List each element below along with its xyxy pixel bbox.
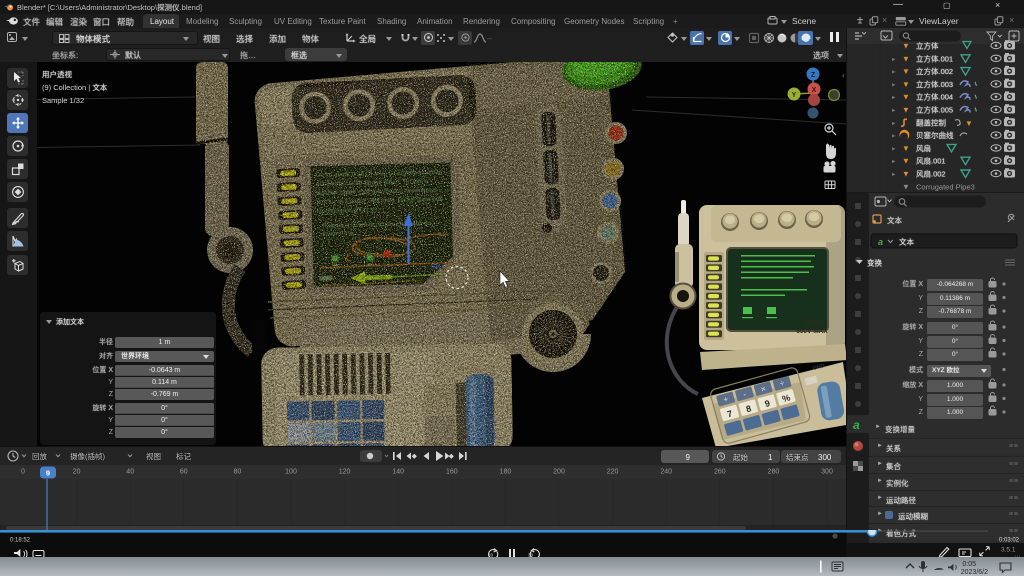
svg-text:a: a: [878, 237, 883, 247]
svg-text:swam Tulw: swam Tulw: [322, 230, 354, 238]
svg-text:300: 300: [818, 453, 832, 462]
svg-text:60: 60: [180, 469, 188, 476]
svg-text:►: ►: [891, 172, 896, 178]
svg-text:►: ►: [891, 146, 896, 152]
svg-text:起始: 起始: [733, 452, 748, 462]
svg-text:260: 260: [714, 469, 726, 476]
svg-text:a: a: [853, 418, 860, 432]
svg-text:40: 40: [126, 469, 134, 476]
svg-text:立方体.005: 立方体.005: [916, 105, 953, 115]
svg-text:20: 20: [73, 469, 81, 476]
svg-text:►: ►: [891, 95, 896, 101]
svg-text:贝塞尔曲线: 贝塞尔曲线: [916, 130, 954, 140]
svg-text:0: 0: [21, 469, 25, 476]
svg-text:▼: ▼: [902, 80, 910, 89]
svg-text:变换: 变换: [867, 258, 882, 268]
svg-text:►: ►: [891, 134, 896, 140]
svg-text:X: X: [812, 87, 817, 94]
svg-text:立方体.003: 立方体.003: [916, 79, 953, 89]
svg-text:0:03:02: 0:03:02: [999, 538, 1020, 544]
svg-text:▼: ▼: [902, 182, 910, 191]
svg-text:‹: ‹: [842, 71, 845, 80]
svg-text:摄像(插帧): 摄像(插帧): [70, 451, 105, 461]
svg-text:翻盖控制: 翻盖控制: [916, 117, 946, 127]
svg-text:►: ►: [891, 108, 896, 114]
svg-text:100: 100: [285, 469, 297, 476]
svg-text:风扇: 风扇: [916, 143, 931, 153]
svg-text:▼: ▼: [902, 42, 910, 51]
svg-text:180: 180: [500, 469, 512, 476]
svg-text:►: ►: [891, 121, 896, 127]
svg-text:▼: ▼: [902, 67, 910, 76]
svg-text:►: ►: [891, 70, 896, 76]
svg-text:▼: ▼: [902, 144, 910, 153]
svg-text:立方体.004: 立方体.004: [916, 92, 953, 102]
svg-text:200: 200: [553, 469, 565, 476]
svg-text:►: ►: [891, 82, 896, 88]
svg-text:9: 9: [686, 453, 691, 462]
svg-text:2023/6/2: 2023/6/2: [961, 569, 988, 576]
svg-text:立方体.002: 立方体.002: [916, 66, 953, 76]
svg-text:1: 1: [768, 453, 773, 462]
svg-text:►: ►: [891, 57, 896, 63]
svg-text:▼: ▼: [965, 119, 973, 128]
svg-text:▼: ▼: [902, 106, 910, 115]
svg-text:160: 160: [446, 469, 458, 476]
svg-text:Z: Z: [811, 72, 816, 79]
svg-text:视图: 视图: [146, 451, 161, 461]
svg-text:240: 240: [660, 469, 672, 476]
svg-text:结束点: 结束点: [786, 452, 809, 462]
svg-text:文本: 文本: [887, 215, 902, 225]
svg-text:140: 140: [392, 469, 404, 476]
svg-text:标记: 标记: [176, 451, 191, 461]
svg-text:0:18:52: 0:18:52: [10, 538, 31, 544]
svg-text:回放: 回放: [32, 451, 47, 461]
svg-text:CAT. II: CAT. II: [805, 320, 823, 326]
svg-text:风扇.001: 风扇.001: [916, 156, 946, 166]
svg-text:300: 300: [821, 469, 833, 476]
svg-text:220: 220: [607, 469, 619, 476]
svg-text:0:05: 0:05: [962, 561, 976, 568]
svg-text:▼: ▼: [902, 170, 910, 179]
svg-text:Y: Y: [792, 92, 797, 99]
svg-text:▼: ▼: [902, 93, 910, 102]
svg-text:▼: ▼: [902, 54, 910, 63]
svg-text:9: 9: [46, 469, 50, 478]
svg-text:80: 80: [234, 469, 242, 476]
svg-text:280: 280: [768, 469, 780, 476]
svg-text:立方体.001: 立方体.001: [916, 53, 953, 63]
svg-text:►: ►: [891, 159, 896, 165]
svg-text:文本: 文本: [899, 237, 914, 247]
svg-text:Corrugated Pipe3: Corrugated Pipe3: [916, 182, 975, 191]
svg-text:风扇.002: 风扇.002: [916, 169, 946, 179]
svg-text:立方体: 立方体: [916, 41, 939, 51]
svg-text:▼: ▼: [902, 157, 910, 166]
svg-text:600V MAX: 600V MAX: [796, 328, 828, 335]
svg-text:120: 120: [339, 469, 351, 476]
